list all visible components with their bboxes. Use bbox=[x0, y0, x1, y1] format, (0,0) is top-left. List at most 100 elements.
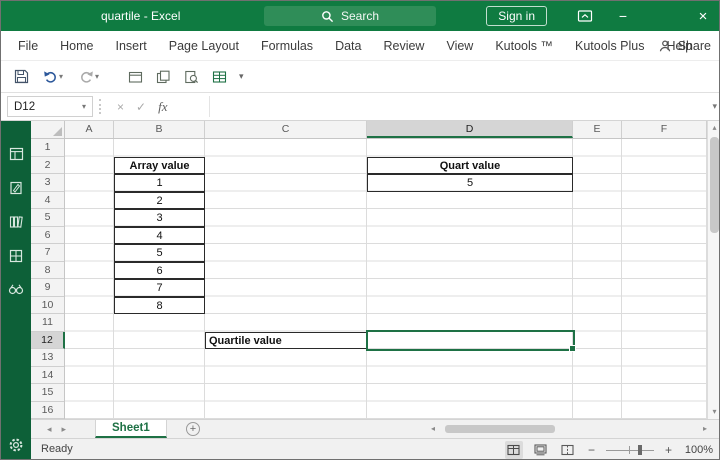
zoom-out-icon[interactable]: − bbox=[586, 443, 597, 457]
zoom-in-icon[interactable]: + bbox=[663, 443, 674, 457]
search-box[interactable]: Search bbox=[264, 6, 436, 26]
workbook-sheet-pane-icon[interactable] bbox=[8, 145, 25, 162]
column-header-D[interactable]: D bbox=[367, 121, 573, 138]
expand-formula-bar-icon[interactable]: ▾ bbox=[712, 101, 717, 112]
cell-C12[interactable]: Quartile value bbox=[205, 332, 367, 350]
print-preview-button[interactable] bbox=[179, 65, 203, 89]
row-header-14[interactable]: 14 bbox=[31, 367, 64, 385]
scroll-down-icon[interactable]: ▾ bbox=[708, 405, 720, 419]
ribbon-tab-review[interactable]: Review bbox=[372, 31, 435, 61]
new-window-button[interactable] bbox=[123, 65, 147, 89]
column-header-A[interactable]: A bbox=[65, 121, 114, 138]
zoom-level[interactable]: 100% bbox=[683, 444, 713, 456]
selected-cell-D12[interactable] bbox=[366, 330, 575, 351]
previous-sheet-icon[interactable]: ◂ bbox=[47, 424, 52, 435]
ribbon-tab-file[interactable]: File bbox=[7, 31, 49, 61]
cell-B2[interactable]: Array value bbox=[114, 157, 205, 175]
ribbon-tab-insert[interactable]: Insert bbox=[105, 31, 158, 61]
ribbon-display-options-button[interactable] bbox=[571, 1, 599, 31]
cell-B6[interactable]: 4 bbox=[114, 227, 205, 245]
page-break-preview-button[interactable] bbox=[559, 441, 577, 459]
formula-bar-separator[interactable] bbox=[99, 99, 101, 114]
row-header-6[interactable]: 6 bbox=[31, 227, 64, 245]
cancel-formula-icon[interactable]: × bbox=[117, 100, 124, 114]
scroll-right-icon[interactable]: ▸ bbox=[703, 423, 707, 435]
row-header-10[interactable]: 10 bbox=[31, 297, 64, 315]
row-header-11[interactable]: 11 bbox=[31, 314, 64, 332]
column-header-F[interactable]: F bbox=[622, 121, 707, 138]
cell-B3[interactable]: 1 bbox=[114, 174, 205, 192]
select-all-button[interactable] bbox=[31, 121, 65, 139]
column-header-B[interactable]: B bbox=[114, 121, 205, 138]
close-button[interactable]: × bbox=[689, 1, 717, 31]
next-sheet-icon[interactable]: ▸ bbox=[62, 424, 67, 435]
sheet-tab-sheet1[interactable]: Sheet1 bbox=[95, 420, 167, 438]
ribbon-tab-home[interactable]: Home bbox=[49, 31, 104, 61]
advanced-find-pane-icon[interactable] bbox=[8, 281, 25, 298]
ribbon-tab-view[interactable]: View bbox=[435, 31, 484, 61]
cell-D3[interactable]: 5 bbox=[367, 174, 573, 192]
name-box[interactable]: D12 ▾ bbox=[7, 96, 93, 117]
customize-qat-icon[interactable]: ▾ bbox=[239, 71, 244, 82]
vertical-scroll-thumb[interactable] bbox=[710, 137, 719, 233]
enter-formula-icon[interactable]: ✓ bbox=[136, 100, 146, 114]
row-header-9[interactable]: 9 bbox=[31, 279, 64, 297]
ribbon-tab-kutools-plus[interactable]: Kutools Plus bbox=[564, 31, 655, 61]
row-header-12[interactable]: 12 bbox=[31, 332, 65, 350]
column-header-E[interactable]: E bbox=[573, 121, 622, 138]
normal-view-button[interactable] bbox=[505, 441, 523, 459]
redo-dropdown-icon[interactable]: ▾ bbox=[95, 73, 99, 81]
cell-B10[interactable]: 8 bbox=[114, 297, 205, 315]
name-box-dropdown-icon[interactable]: ▾ bbox=[76, 102, 92, 111]
cell-D2[interactable]: Quart value bbox=[367, 157, 573, 175]
row-header-15[interactable]: 15 bbox=[31, 384, 64, 402]
cell-B4[interactable]: 2 bbox=[114, 192, 205, 210]
copy-button[interactable] bbox=[151, 65, 175, 89]
insert-function-icon[interactable]: fx bbox=[158, 99, 167, 115]
undo-dropdown-icon[interactable]: ▾ bbox=[59, 73, 63, 81]
horizontal-scroll-thumb[interactable] bbox=[445, 425, 555, 433]
zoom-slider[interactable] bbox=[606, 443, 654, 457]
ribbon-tab-formulas[interactable]: Formulas bbox=[250, 31, 324, 61]
row-header-2[interactable]: 2 bbox=[31, 157, 64, 175]
row-header-13[interactable]: 13 bbox=[31, 349, 64, 367]
page-layout-view-icon bbox=[534, 444, 547, 456]
new-sheet-button[interactable]: + bbox=[186, 422, 200, 436]
table-button[interactable] bbox=[207, 65, 231, 89]
horizontal-scrollbar[interactable]: ◂ ▸ bbox=[431, 423, 707, 435]
row-header-1[interactable]: 1 bbox=[31, 139, 64, 157]
minimize-button[interactable]: − bbox=[609, 1, 637, 31]
share-button[interactable]: Share bbox=[658, 31, 711, 61]
row-header-4[interactable]: 4 bbox=[31, 192, 64, 210]
formula-input[interactable] bbox=[209, 96, 699, 117]
fill-handle[interactable] bbox=[569, 345, 576, 352]
save-button[interactable] bbox=[9, 65, 33, 89]
row-header-3[interactable]: 3 bbox=[31, 174, 64, 192]
column-list-pane-icon[interactable] bbox=[8, 247, 25, 264]
column-header-C[interactable]: C bbox=[205, 121, 367, 138]
ribbon-tab-page-layout[interactable]: Page Layout bbox=[158, 31, 250, 61]
vertical-scrollbar[interactable]: ▴ ▾ bbox=[707, 121, 720, 419]
ribbon-tab-kutools[interactable]: Kutools ™ bbox=[484, 31, 564, 61]
page-layout-view-button[interactable] bbox=[532, 441, 550, 459]
settings-gear-icon[interactable] bbox=[8, 436, 25, 453]
row-header-7[interactable]: 7 bbox=[31, 244, 64, 262]
scroll-left-icon[interactable]: ◂ bbox=[431, 423, 435, 435]
redo-button[interactable]: ▾ bbox=[73, 65, 105, 89]
scroll-up-icon[interactable]: ▴ bbox=[708, 121, 720, 135]
ribbon-tab-data[interactable]: Data bbox=[324, 31, 372, 61]
cells-pane[interactable]: Array value12345678Quart value5Quartile … bbox=[65, 139, 707, 419]
cell-B5[interactable]: 3 bbox=[114, 209, 205, 227]
cell-B7[interactable]: 5 bbox=[114, 244, 205, 262]
name-manager-pane-icon[interactable] bbox=[8, 213, 25, 230]
ribbon-tab-strip: FileHomeInsertPage LayoutFormulasDataRev… bbox=[1, 31, 703, 61]
resource-library-icon[interactable] bbox=[8, 179, 25, 196]
cell-B9[interactable]: 7 bbox=[114, 279, 205, 297]
row-header-5[interactable]: 5 bbox=[31, 209, 64, 227]
undo-button[interactable]: ▾ bbox=[37, 65, 69, 89]
sign-in-button[interactable]: Sign in bbox=[486, 6, 547, 26]
row-header-16[interactable]: 16 bbox=[31, 402, 64, 420]
cell-B8[interactable]: 6 bbox=[114, 262, 205, 280]
row-header-8[interactable]: 8 bbox=[31, 262, 64, 280]
zoom-slider-thumb[interactable] bbox=[638, 445, 642, 455]
